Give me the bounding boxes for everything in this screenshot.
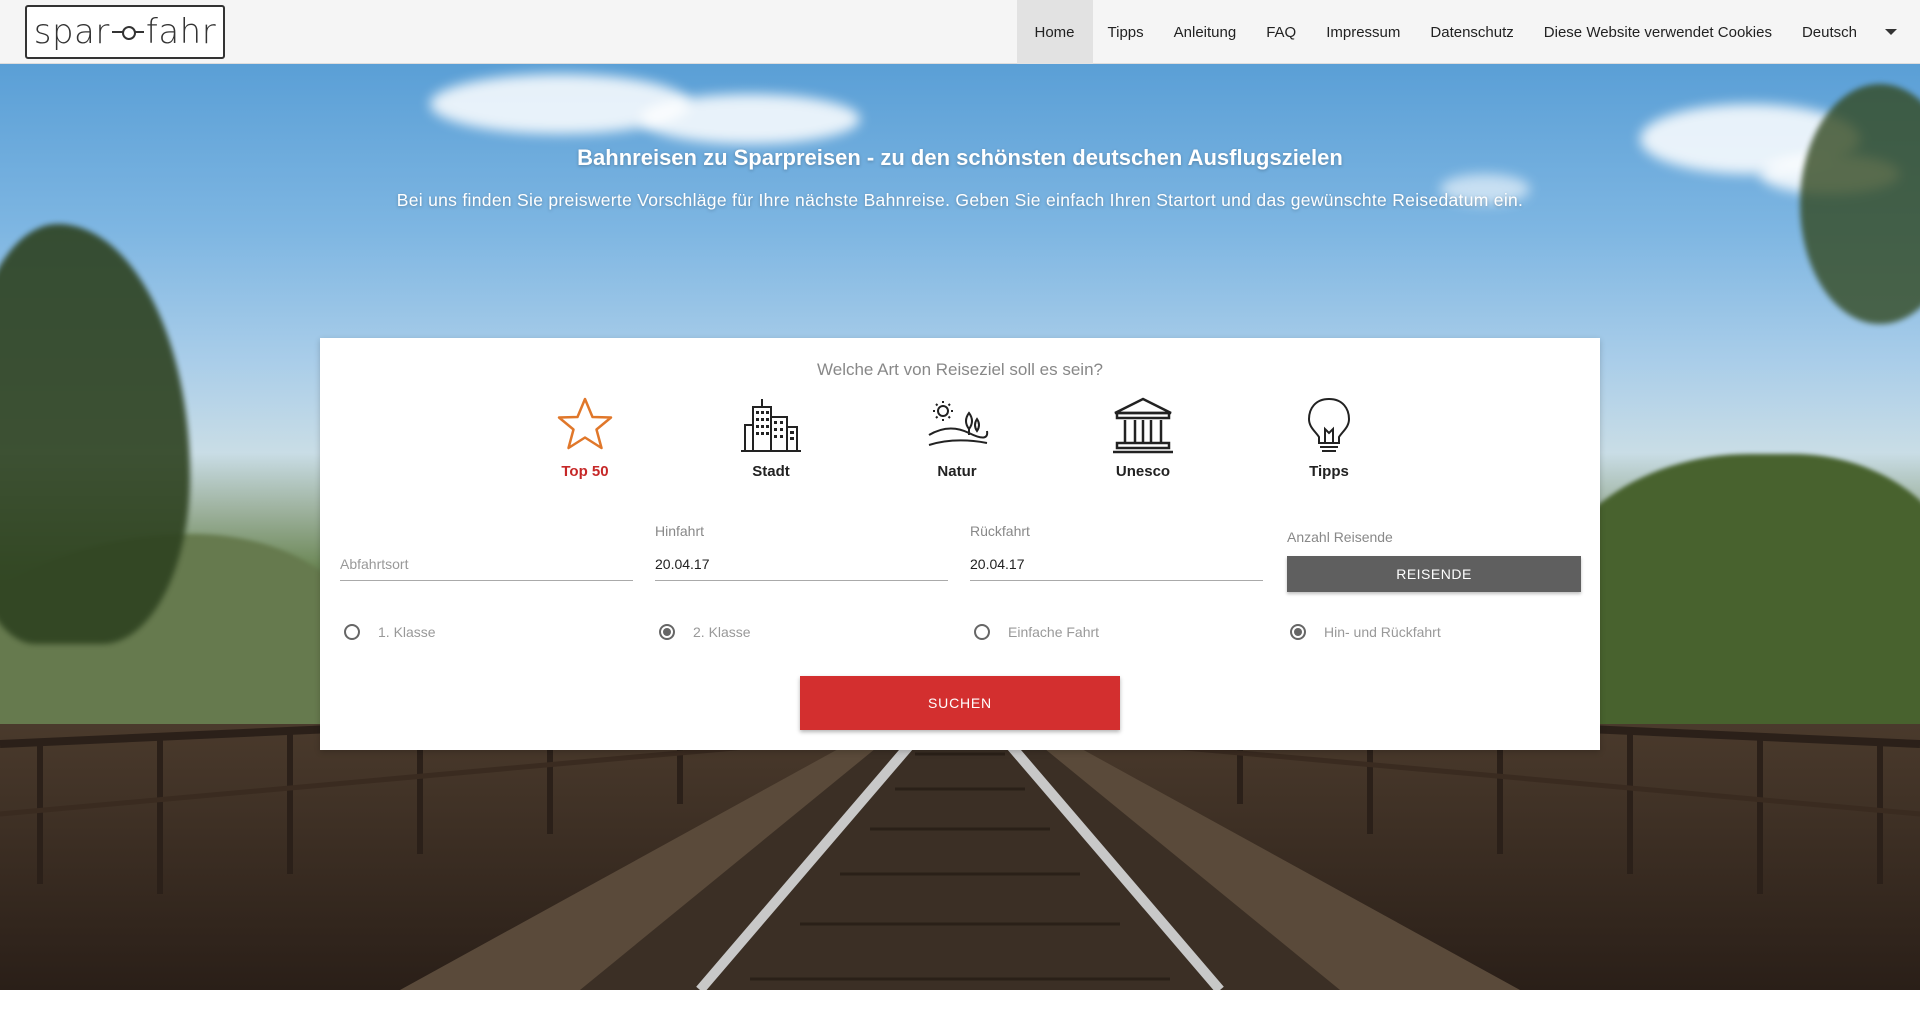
site-logo[interactable]: spar fahr bbox=[25, 5, 225, 59]
category-label: Unesco bbox=[1115, 463, 1171, 480]
nav-label: Diese Website verwendet Cookies bbox=[1543, 23, 1772, 41]
nav-item-anleitung[interactable]: Anleitung bbox=[1159, 0, 1252, 64]
nav-label: Home bbox=[1034, 23, 1075, 41]
radio-label: Einfache Fahrt bbox=[1008, 624, 1100, 640]
nav-item-impressum[interactable]: Impressum bbox=[1311, 0, 1415, 64]
category-label: Stadt bbox=[752, 463, 790, 480]
logo-wordmark: spar fahr bbox=[34, 12, 216, 52]
category-stadt[interactable]: Stadt bbox=[711, 393, 831, 480]
hero-title: Bahnreisen zu Sparpreisen - zu den schön… bbox=[577, 145, 1343, 170]
radio-unchecked-icon bbox=[344, 624, 360, 640]
logo-text-left: spar bbox=[33, 12, 110, 52]
caret-down-icon bbox=[1885, 29, 1897, 35]
nature-icon bbox=[928, 401, 989, 446]
nav-item-home[interactable]: Home bbox=[1016, 0, 1093, 64]
hero-section: Bahnreisen zu Sparpreisen - zu den schön… bbox=[0, 64, 1920, 990]
hero-subtitle: Bei uns finden Sie preiswerte Vorschläge… bbox=[396, 190, 1524, 210]
city-icon bbox=[741, 399, 801, 452]
field-underline bbox=[655, 580, 948, 581]
return-label: Rückfahrt bbox=[970, 523, 1030, 539]
search-card: Welche Art von Reiseziel soll es sein? T… bbox=[320, 338, 1600, 750]
star-icon bbox=[557, 397, 613, 450]
outbound-label: Hinfahrt bbox=[655, 523, 705, 539]
category-label: Tipps bbox=[1309, 463, 1349, 480]
category-unesco[interactable]: Unesco bbox=[1083, 393, 1203, 480]
nav-label: Tipps bbox=[1107, 23, 1144, 41]
radio-label: 1. Klasse bbox=[378, 624, 436, 640]
radio-first-class[interactable]: 1. Klasse bbox=[344, 624, 436, 640]
radio-label: Hin- und Rückfahrt bbox=[1324, 624, 1441, 640]
nav-item-datenschutz[interactable]: Datenschutz bbox=[1415, 0, 1528, 64]
radio-label: 2. Klasse bbox=[693, 624, 751, 640]
field-underline bbox=[340, 580, 633, 581]
radio-round-trip[interactable]: Hin- und Rückfahrt bbox=[1290, 624, 1441, 640]
top-navbar: spar fahr Home Tipps Anleitung FAQ Impre… bbox=[0, 0, 1920, 64]
radio-one-way[interactable]: Einfache Fahrt bbox=[974, 624, 1099, 640]
field-underline bbox=[970, 580, 1263, 581]
nav-label: Impressum bbox=[1326, 23, 1401, 41]
radio-checked-icon bbox=[659, 624, 675, 640]
departure-field[interactable]: Abfahrtsort bbox=[340, 523, 633, 581]
category-label: Natur bbox=[937, 463, 977, 480]
nav-item-faq[interactable]: FAQ bbox=[1251, 0, 1311, 64]
nav-label: Anleitung bbox=[1173, 23, 1237, 41]
museum-icon bbox=[1113, 397, 1173, 454]
category-tipps[interactable]: Tipps bbox=[1269, 393, 1389, 480]
language-dropdown[interactable]: Deutsch bbox=[1787, 0, 1920, 64]
nav-item-cookies[interactable]: Diese Website verwendet Cookies bbox=[1529, 0, 1787, 64]
nav-item-tipps[interactable]: Tipps bbox=[1093, 0, 1159, 64]
radio-checked-icon bbox=[1290, 624, 1306, 640]
nav-label: Datenschutz bbox=[1430, 23, 1514, 41]
departure-placeholder: Abfahrtsort bbox=[340, 556, 409, 572]
outbound-value: 20.04.17 bbox=[655, 556, 710, 572]
destination-categories: Top 50 Stadt Natur Unesco Tipps bbox=[525, 393, 1455, 483]
radio-second-class[interactable]: 2. Klasse bbox=[659, 624, 751, 640]
destination-type-question: Welche Art von Reiseziel soll es sein? bbox=[817, 360, 1103, 379]
category-natur[interactable]: Natur bbox=[897, 393, 1017, 480]
lightbulb-icon bbox=[1307, 397, 1351, 452]
nav-label: FAQ bbox=[1266, 23, 1297, 41]
logo-text-right: fahr bbox=[145, 12, 217, 52]
search-button[interactable]: SUCHEN bbox=[800, 676, 1120, 730]
language-label: Deutsch bbox=[1801, 23, 1857, 41]
category-top50[interactable]: Top 50 bbox=[525, 393, 645, 480]
logo-connector-icon bbox=[111, 25, 144, 40]
return-date-field[interactable]: Rückfahrt 20.04.17 bbox=[970, 523, 1263, 581]
return-value: 20.04.17 bbox=[970, 556, 1025, 572]
travellers-button[interactable]: REISENDE bbox=[1287, 556, 1581, 592]
main-nav: Home Tipps Anleitung FAQ Impressum Daten… bbox=[1016, 0, 1920, 64]
category-label: Top 50 bbox=[561, 463, 609, 480]
radio-unchecked-icon bbox=[974, 624, 990, 640]
outbound-date-field[interactable]: Hinfahrt 20.04.17 bbox=[655, 523, 948, 581]
travellers-label: Anzahl Reisende bbox=[1287, 529, 1393, 545]
